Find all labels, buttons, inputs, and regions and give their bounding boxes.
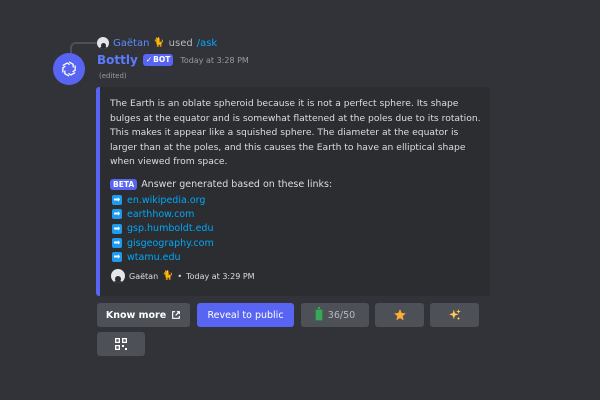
answer-embed: The Earth is an oblate spheroid because … — [96, 87, 490, 296]
sparkles-button[interactable] — [430, 303, 479, 327]
reply-used-text: used — [168, 37, 193, 49]
arrow-right-icon: ➡ — [112, 195, 122, 206]
know-more-button[interactable]: Know more — [97, 303, 190, 327]
source-links-list: ➡ en.wikipedia.org ➡ earthhow.com ➡ gsp.… — [112, 193, 214, 264]
message-timestamp[interactable]: Today at 3:28 PM — [180, 56, 249, 65]
source-link[interactable]: gsp.humboldt.edu — [127, 223, 213, 234]
embed-description: The Earth is an oblate spheroid because … — [110, 98, 481, 167]
footer-separator: • — [177, 271, 183, 281]
reply-user-avatar[interactable] — [97, 37, 109, 49]
reply-command[interactable]: /ask — [197, 38, 218, 49]
reply-user-name[interactable]: Gaëtan — [113, 38, 149, 49]
reply-user-emoji: 🐈 — [153, 38, 165, 48]
reveal-label: Reveal to public — [207, 309, 284, 321]
edited-label: (edited) — [99, 72, 127, 80]
sources-intro: Answer generated based on these links: — [141, 179, 333, 190]
source-link[interactable]: wtamu.edu — [127, 252, 181, 263]
footer-emoji: 🐈 — [162, 271, 174, 281]
footer-timestamp: Today at 3:29 PM — [186, 271, 255, 281]
embed-footer: Gaëtan 🐈 • Today at 3:29 PM — [111, 269, 255, 283]
bot-avatar[interactable] — [53, 53, 85, 85]
openai-logo-icon — [62, 61, 76, 77]
sources-header: BETA Answer generated based on these lin… — [110, 179, 332, 190]
list-item: ➡ gsp.humboldt.edu — [112, 222, 214, 236]
list-item: ➡ wtamu.edu — [112, 250, 214, 264]
footer-user: Gaëtan — [129, 271, 159, 281]
source-link[interactable]: earthhow.com — [127, 209, 194, 220]
source-link[interactable]: en.wikipedia.org — [127, 195, 205, 206]
arrow-right-icon: ➡ — [112, 238, 122, 249]
list-item: ➡ gisgeography.com — [112, 236, 214, 250]
source-link[interactable]: gisgeography.com — [127, 238, 214, 249]
qr-grid-icon — [115, 338, 127, 350]
bot-name[interactable]: Bottly — [97, 53, 138, 67]
qr-code-button[interactable] — [97, 332, 145, 356]
message-header: Bottly ✓ BOT Today at 3:28 PM — [97, 52, 249, 68]
sparkles-icon — [448, 309, 461, 321]
reply-context[interactable]: Gaëtan 🐈 used /ask — [97, 36, 217, 50]
verified-check-icon: ✓ — [145, 55, 153, 64]
list-item: ➡ en.wikipedia.org — [112, 193, 214, 207]
beta-badge: BETA — [110, 179, 138, 190]
quota-count: 36/50 — [327, 309, 356, 321]
arrow-right-icon: ➡ — [112, 223, 122, 234]
list-item: ➡ earthhow.com — [112, 207, 214, 221]
bot-badge-label: BOT — [153, 55, 171, 64]
footer-avatar — [111, 269, 125, 283]
favorite-button[interactable] — [375, 303, 424, 327]
arrow-right-icon: ➡ — [112, 252, 122, 263]
quota-button[interactable]: 36/50 — [301, 303, 369, 327]
know-more-label: Know more — [105, 309, 167, 321]
external-link-icon — [172, 311, 181, 319]
arrow-right-icon: ➡ — [112, 209, 122, 220]
battery-icon — [314, 307, 323, 321]
star-icon — [393, 309, 406, 321]
bot-badge: ✓ BOT — [142, 54, 174, 66]
reveal-to-public-button[interactable]: Reveal to public — [197, 303, 294, 327]
